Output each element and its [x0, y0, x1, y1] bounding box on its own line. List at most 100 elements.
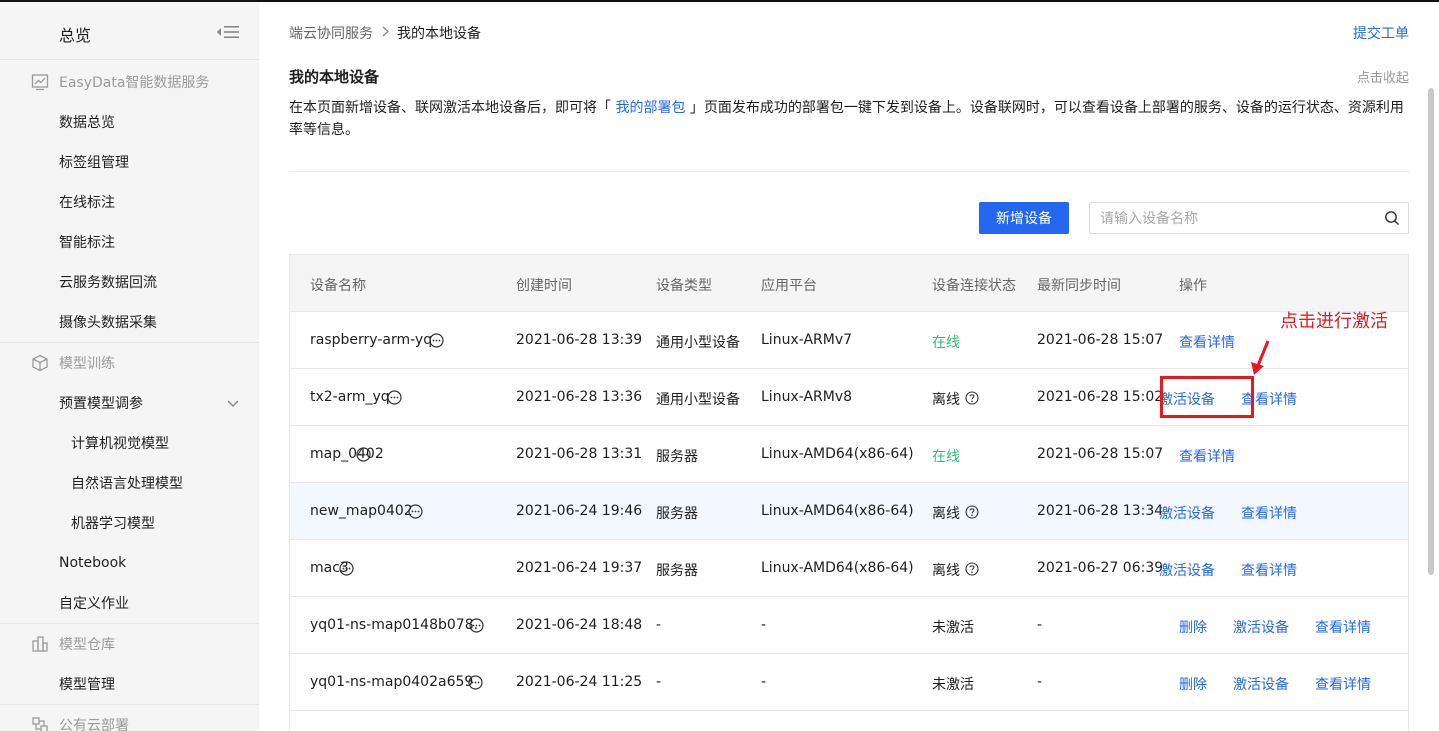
more-options-icon[interactable] [468, 675, 483, 690]
sidebar-group-model-warehouse: 模型仓库 [0, 624, 259, 664]
delete-link[interactable]: 删除 [1179, 617, 1207, 637]
table-header: 设备名称 创建时间 设备类型 应用平台 设备连接状态 最新同步时间 操作 [290, 255, 1408, 312]
annotation-highlight-box [1160, 376, 1254, 418]
device-name: raspberry-arm-yq [310, 332, 433, 348]
column-header-platform: 应用平台 [761, 278, 817, 294]
collapse-menu-icon[interactable] [215, 22, 241, 42]
help-icon[interactable] [965, 505, 979, 519]
more-options-icon[interactable] [408, 504, 423, 519]
sync-time: 2021-06-28 15:07 [1037, 446, 1164, 462]
activate-device-link[interactable]: 激活设备 [1159, 503, 1215, 523]
device-search-input[interactable] [1100, 203, 1370, 233]
more-options-icon[interactable] [339, 561, 354, 576]
sidebar-group-label: EasyData智能数据服务 [59, 75, 210, 91]
sidebar-item-custom-job[interactable]: 自定义作业 [0, 583, 259, 623]
scrollbar[interactable] [1428, 88, 1434, 575]
chevron-down-icon[interactable] [225, 395, 241, 411]
status-text: 在线 [932, 335, 960, 351]
sidebar-item-ml-model[interactable]: 机器学习模型 [0, 503, 259, 543]
breadcrumb-parent[interactable]: 端云协同服务 [289, 23, 373, 43]
status-text: 离线 [932, 392, 960, 408]
sidebar-item-label: 智能标注 [59, 235, 115, 251]
view-details-link[interactable]: 查看详情 [1179, 332, 1235, 352]
deploy-package-link[interactable]: 我的部署包 [615, 100, 685, 116]
sidebar-item-data-overview[interactable]: 数据总览 [0, 102, 259, 142]
annotation-text: 点击进行激活 [1280, 311, 1388, 332]
device-type: - [656, 674, 662, 690]
created-time: 2021-06-28 13:31 [516, 446, 643, 462]
device-name: yq01-ns-map0148b078. [310, 617, 479, 633]
table-row: yq01-ns-map0402a659 2021-06-24 11:25- - 未激活… [290, 654, 1408, 711]
column-header-actions: 操作 [1179, 278, 1207, 294]
sidebar-title[interactable]: 总览 [59, 22, 91, 46]
warehouse-icon [32, 636, 48, 652]
more-options-icon[interactable] [429, 333, 444, 348]
sidebar-item-label: 机器学习模型 [71, 516, 155, 532]
view-details-link[interactable]: 查看详情 [1179, 446, 1235, 466]
sidebar-item-label: 标签组管理 [59, 155, 129, 171]
device-type: 通用小型设备 [656, 392, 740, 408]
table-row: raspberry-arm-yq 2021-06-28 13:39 通用小型设备 Li… [290, 312, 1408, 369]
sidebar-item-label: 数据总览 [59, 115, 115, 131]
device-type: 服务器 [656, 506, 698, 522]
delete-link[interactable]: 删除 [1179, 674, 1207, 694]
table-row: mac3 2021-06-24 19:37 服务器 Linux-AMD64(x86-6… [290, 540, 1408, 597]
sidebar-item-cv-model[interactable]: 计算机视觉模型 [0, 423, 259, 463]
more-options-icon[interactable] [469, 618, 484, 633]
sidebar-item-cloud-data-reflow[interactable]: 云服务数据回流 [0, 262, 259, 302]
submit-ticket-link[interactable]: 提交工单 [1353, 23, 1409, 43]
device-name: map_0402 [310, 446, 384, 462]
view-details-link[interactable]: 查看详情 [1241, 503, 1297, 523]
sync-time: 2021-06-27 06:39 [1037, 560, 1164, 576]
sidebar-group-label: 模型训练 [59, 356, 115, 372]
activate-device-link[interactable]: 激活设备 [1159, 560, 1215, 580]
created-time: 2021-06-24 19:46 [516, 503, 643, 519]
platform: - [761, 674, 767, 690]
description-text: 在本页面新增设备、联网激活本地设备后，即可将「 [289, 100, 616, 116]
add-device-button[interactable]: 新增设备 [979, 202, 1069, 234]
device-name: new_map0402 [310, 503, 413, 519]
platform: Linux-ARMv7 [761, 332, 853, 348]
collapse-description-link[interactable]: 点击收起 [1357, 67, 1409, 86]
page-description: 在本页面新增设备、联网激活本地设备后，即可将「 我的部署包 」页面发布成功的部署… [289, 97, 1414, 141]
status-text: 未激活 [932, 620, 974, 636]
sidebar-item-label: 云服务数据回流 [59, 275, 157, 291]
created-time: 2021-06-28 13:36 [516, 389, 643, 405]
device-name: yq01-ns-map0402a659 [310, 674, 474, 690]
platform: Linux-ARMv8 [761, 389, 853, 405]
help-icon[interactable] [965, 562, 979, 576]
help-icon[interactable] [965, 391, 979, 405]
search-icon[interactable] [1384, 210, 1400, 226]
sidebar-item-online-labeling[interactable]: 在线标注 [0, 182, 259, 222]
sidebar-item-label-groups[interactable]: 标签组管理 [0, 142, 259, 182]
activate-device-link[interactable]: 激活设备 [1233, 674, 1289, 694]
sidebar-item-smart-labeling[interactable]: 智能标注 [0, 222, 259, 262]
sidebar-item-model-management[interactable]: 模型管理 [0, 664, 259, 704]
sidebar-group-public-cloud: 公有云部署 [0, 705, 259, 731]
sidebar-item-label: 摄像头数据采集 [59, 315, 157, 331]
device-type: 通用小型设备 [656, 335, 740, 351]
sidebar-item-nlp-model[interactable]: 自然语言处理模型 [0, 463, 259, 503]
sync-time: - [1037, 617, 1043, 633]
platform: Linux-AMD64(x86-64) [761, 560, 914, 576]
sidebar-item-preset-model-tuning[interactable]: 预置模型调参 [0, 383, 259, 423]
sidebar-item-camera-capture[interactable]: 摄像头数据采集 [0, 302, 259, 342]
more-options-icon[interactable] [356, 447, 371, 462]
table-row: yq01-ns-map0148b078. 2021-06-24 18:48- - 未激… [290, 597, 1408, 654]
view-details-link[interactable]: 查看详情 [1241, 560, 1297, 580]
view-details-link[interactable]: 查看详情 [1315, 617, 1371, 637]
activate-device-link[interactable]: 激活设备 [1233, 617, 1289, 637]
column-header-type: 设备类型 [656, 278, 712, 294]
sidebar-item-notebook[interactable]: Notebook [0, 543, 259, 583]
more-options-icon[interactable] [387, 390, 402, 405]
breadcrumb-current: 我的本地设备 [397, 26, 481, 42]
cube-icon [32, 354, 48, 372]
created-time: 2021-06-24 18:48 [516, 617, 643, 633]
chart-icon [31, 74, 49, 91]
view-details-link[interactable]: 查看详情 [1315, 674, 1371, 694]
status-text: 离线 [932, 506, 960, 522]
device-type: 服务器 [656, 563, 698, 579]
sidebar-item-label: 模型管理 [59, 677, 115, 693]
status-text: 在线 [932, 449, 960, 465]
column-header-created: 创建时间 [516, 278, 572, 294]
